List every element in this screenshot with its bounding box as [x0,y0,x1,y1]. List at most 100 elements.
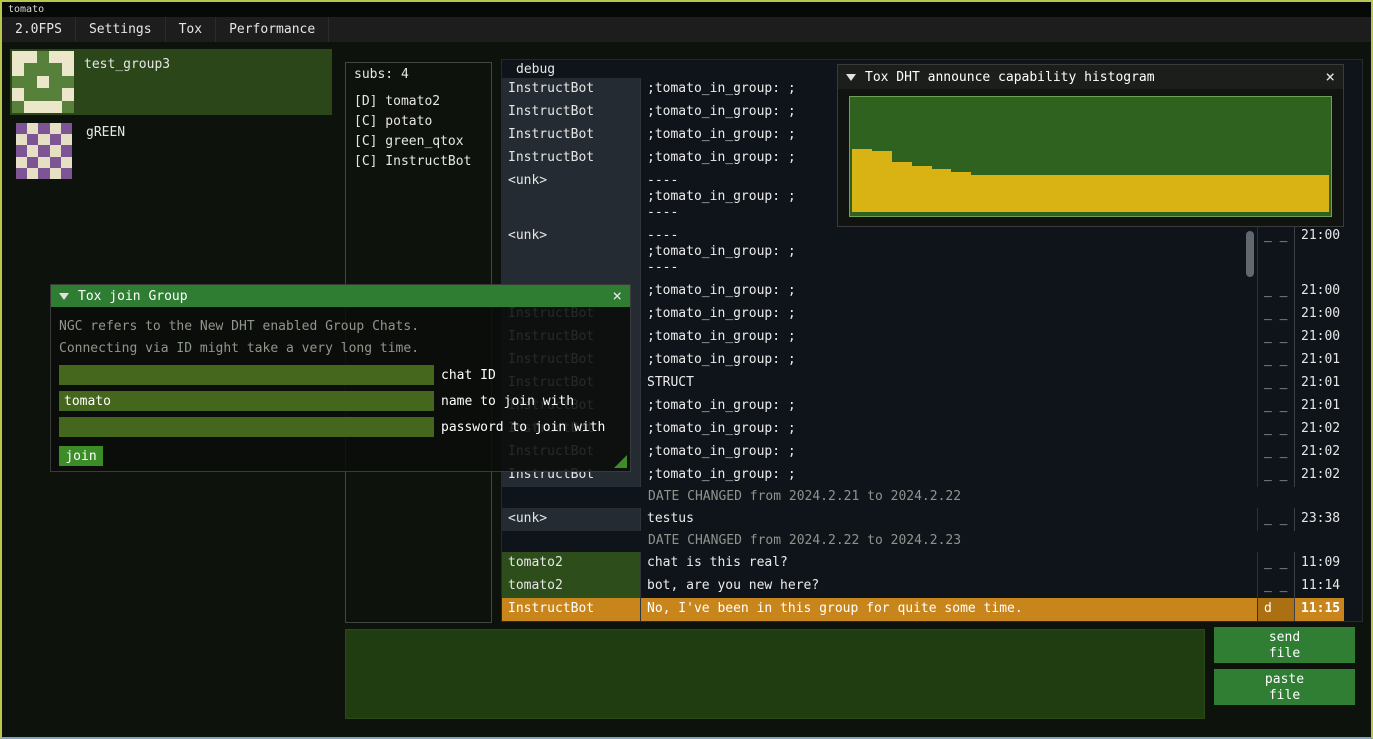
histogram-bin [1269,175,1289,212]
histogram-window-title: Tox DHT announce capability histogram [865,70,1155,85]
chat-sender: <unk> [502,508,641,531]
ngc-info-line1: NGC refers to the New DHT enabled Group … [59,317,622,337]
collapse-icon[interactable] [59,293,69,300]
avatar-cell [62,51,74,63]
histogram-bin [1071,175,1091,212]
histogram-bin [1011,175,1031,212]
avatar-cell [16,168,27,179]
join-group-window-titlebar[interactable]: Tox join Group × [51,285,630,307]
chat-sender: tomato2 [502,552,641,575]
avatar-cell [62,88,74,100]
join-button[interactable]: join [59,446,103,466]
histogram-window-titlebar[interactable]: Tox DHT announce capability histogram × [838,65,1343,89]
avatar-cell [24,63,36,75]
ngc-info-line2: Connecting via ID might take a very long… [59,339,622,359]
menu-item-2-0fps[interactable]: 2.0FPS [2,17,76,42]
avatar-cell [50,145,61,156]
date-changed-row: DATE CHANGED from 2024.2.22 to 2024.2.23 [502,531,1344,552]
avatar-cell [27,157,38,168]
window-title: tomato [8,4,44,15]
avatar-cell [37,76,49,88]
join-name-input[interactable] [59,391,434,411]
chat-delivery-marks: _ _ [1258,280,1295,303]
group-item-test_group3[interactable]: test_group3 [10,49,332,115]
avatar-cell [37,88,49,100]
histogram-bin [892,162,912,212]
avatar-cell [16,123,27,134]
chat-delivery-marks: _ _ [1258,418,1295,441]
avatar-cell [49,88,61,100]
menu-item-performance[interactable]: Performance [216,17,329,42]
chat-row: tomato2chat is this real?_ _11:09 [502,552,1344,575]
group-item-gREEN[interactable]: gREEN [10,117,332,185]
chat-scrollbar[interactable] [1246,231,1254,277]
avatar-cell [24,88,36,100]
histogram-bin [1190,175,1210,212]
chat-id-label: chat ID [441,368,496,383]
chat-message: ---- ;tomato_in_group: ; ---- [641,225,1258,280]
avatar-cell [49,51,61,63]
chat-sender: InstructBot [502,598,641,621]
subs-count-label: subs: 4 [346,63,491,84]
chat-timestamp: 11:09 [1295,552,1344,575]
histogram-bin [1091,175,1111,212]
chat-message: chat is this real? [641,552,1258,575]
chat-delivery-marks: _ _ [1258,303,1295,326]
paste-file-button[interactable]: paste file [1214,669,1355,705]
histogram-bin [1150,175,1170,212]
chat-timestamp: 23:38 [1295,508,1344,531]
avatar-cell [62,63,74,75]
send-file-button[interactable]: send file [1214,627,1355,663]
subs-member-tomato2[interactable]: [D] tomato2 [346,92,491,112]
chat-message: testus [641,508,1258,531]
histogram-bin [1309,175,1329,212]
chat-sender: InstructBot [502,101,641,124]
join-group-body: NGC refers to the New DHT enabled Group … [51,307,630,474]
subs-member-potato[interactable]: [C] potato [346,112,491,132]
chat-message: ;tomato_in_group: ; [641,303,1258,326]
avatar-cell [49,76,61,88]
join-name-label: name to join with [441,394,574,409]
avatar-cell [12,63,24,75]
subs-member-green_qtox[interactable]: [C] green_qtox [346,132,491,152]
chat-id-input[interactable] [59,365,434,385]
chat-sender: InstructBot [502,78,641,101]
menu-item-settings[interactable]: Settings [76,17,166,42]
histogram-bin [1210,175,1230,212]
tab-debug[interactable]: debug [516,62,555,77]
avatar-cell [16,134,27,145]
avatar-cell [38,168,49,179]
join-password-input[interactable] [59,417,434,437]
histogram-bin [872,151,892,212]
chat-row: <unk>---- ;tomato_in_group: ; ----_ _21:… [502,225,1344,280]
compose-input[interactable] [345,629,1205,719]
close-icon[interactable]: × [612,288,622,304]
avatar-cell [37,51,49,63]
avatar-cell [50,168,61,179]
close-icon[interactable]: × [1325,69,1335,85]
histogram-bin [1051,175,1071,212]
chat-delivery-marks: _ _ [1258,372,1295,395]
menu-item-tox[interactable]: Tox [166,17,216,42]
histogram-bin [1110,175,1130,212]
avatar-cell [61,145,72,156]
avatar-cell [62,101,74,113]
window-titlebar[interactable]: tomato [2,2,1371,17]
chat-row: <unk>testus_ _23:38 [502,508,1344,531]
group-avatar [12,51,74,113]
avatar-cell [24,51,36,63]
chat-row: InstructBotNo, I've been in this group f… [502,598,1344,621]
histogram-bin [852,149,872,212]
avatar-cell [37,101,49,113]
chat-timestamp: 21:02 [1295,418,1344,441]
chat-sender: tomato2 [502,575,641,598]
chat-timestamp: 21:00 [1295,280,1344,303]
collapse-icon[interactable] [846,74,856,81]
histogram-bin [991,175,1011,212]
avatar-cell [16,157,27,168]
subs-member-InstructBot[interactable]: [C] InstructBot [346,152,491,172]
avatar-cell [61,123,72,134]
resize-grip[interactable] [614,455,627,468]
chat-delivery-marks: d [1258,598,1295,621]
avatar-cell [27,168,38,179]
